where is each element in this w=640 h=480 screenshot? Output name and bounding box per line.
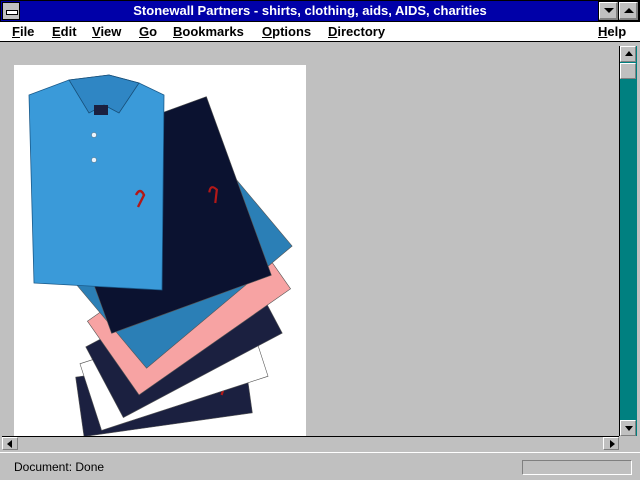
menu-go[interactable]: Go xyxy=(139,24,157,40)
shirts-photo[interactable] xyxy=(14,65,306,436)
system-menu-icon xyxy=(6,10,18,15)
menu-edit[interactable]: Edit xyxy=(52,24,77,40)
menu-bar: File Edit View Go Bookmarks Options Dire… xyxy=(0,22,640,42)
shirt-button xyxy=(91,132,97,138)
arrow-up-icon xyxy=(625,51,633,56)
browser-window: Stonewall Partners - shirts, clothing, a… xyxy=(0,0,640,480)
shirt-label xyxy=(94,105,108,115)
arrow-down-icon xyxy=(625,426,633,431)
menu-file[interactable]: File xyxy=(12,24,34,40)
progress-indicator xyxy=(522,460,632,475)
scroll-right-button[interactable] xyxy=(603,437,619,450)
maximize-icon xyxy=(624,8,634,13)
vertical-scroll-thumb[interactable] xyxy=(620,63,636,79)
minimize-icon xyxy=(604,8,614,13)
window-title: Stonewall Partners - shirts, clothing, a… xyxy=(133,3,487,18)
title-bar[interactable]: Stonewall Partners - shirts, clothing, a… xyxy=(0,0,640,22)
horizontal-scrollbar[interactable] xyxy=(2,436,619,450)
menu-bookmarks[interactable]: Bookmarks xyxy=(173,24,244,40)
scroll-up-button[interactable] xyxy=(620,46,636,62)
status-bar: Document: Done xyxy=(0,452,640,480)
shirts-illustration xyxy=(28,74,293,436)
maximize-button[interactable] xyxy=(618,1,639,21)
menu-options[interactable]: Options xyxy=(262,24,311,40)
scrollbar-corner xyxy=(619,436,637,450)
menu-view[interactable]: View xyxy=(92,24,121,40)
menu-directory[interactable]: Directory xyxy=(328,24,385,40)
arrow-left-icon xyxy=(7,440,12,448)
system-menu-button[interactable] xyxy=(2,2,20,20)
scroll-left-button[interactable] xyxy=(2,437,18,450)
minimize-button[interactable] xyxy=(598,1,619,21)
menu-help[interactable]: Help xyxy=(598,24,626,40)
front-shirt xyxy=(28,74,165,291)
page-content-area[interactable] xyxy=(2,46,619,436)
arrow-right-icon xyxy=(610,440,615,448)
vertical-scrollbar[interactable] xyxy=(619,46,637,436)
shirt-button xyxy=(91,157,97,163)
scroll-down-button[interactable] xyxy=(620,420,636,436)
status-text: Document: Done xyxy=(14,460,105,474)
